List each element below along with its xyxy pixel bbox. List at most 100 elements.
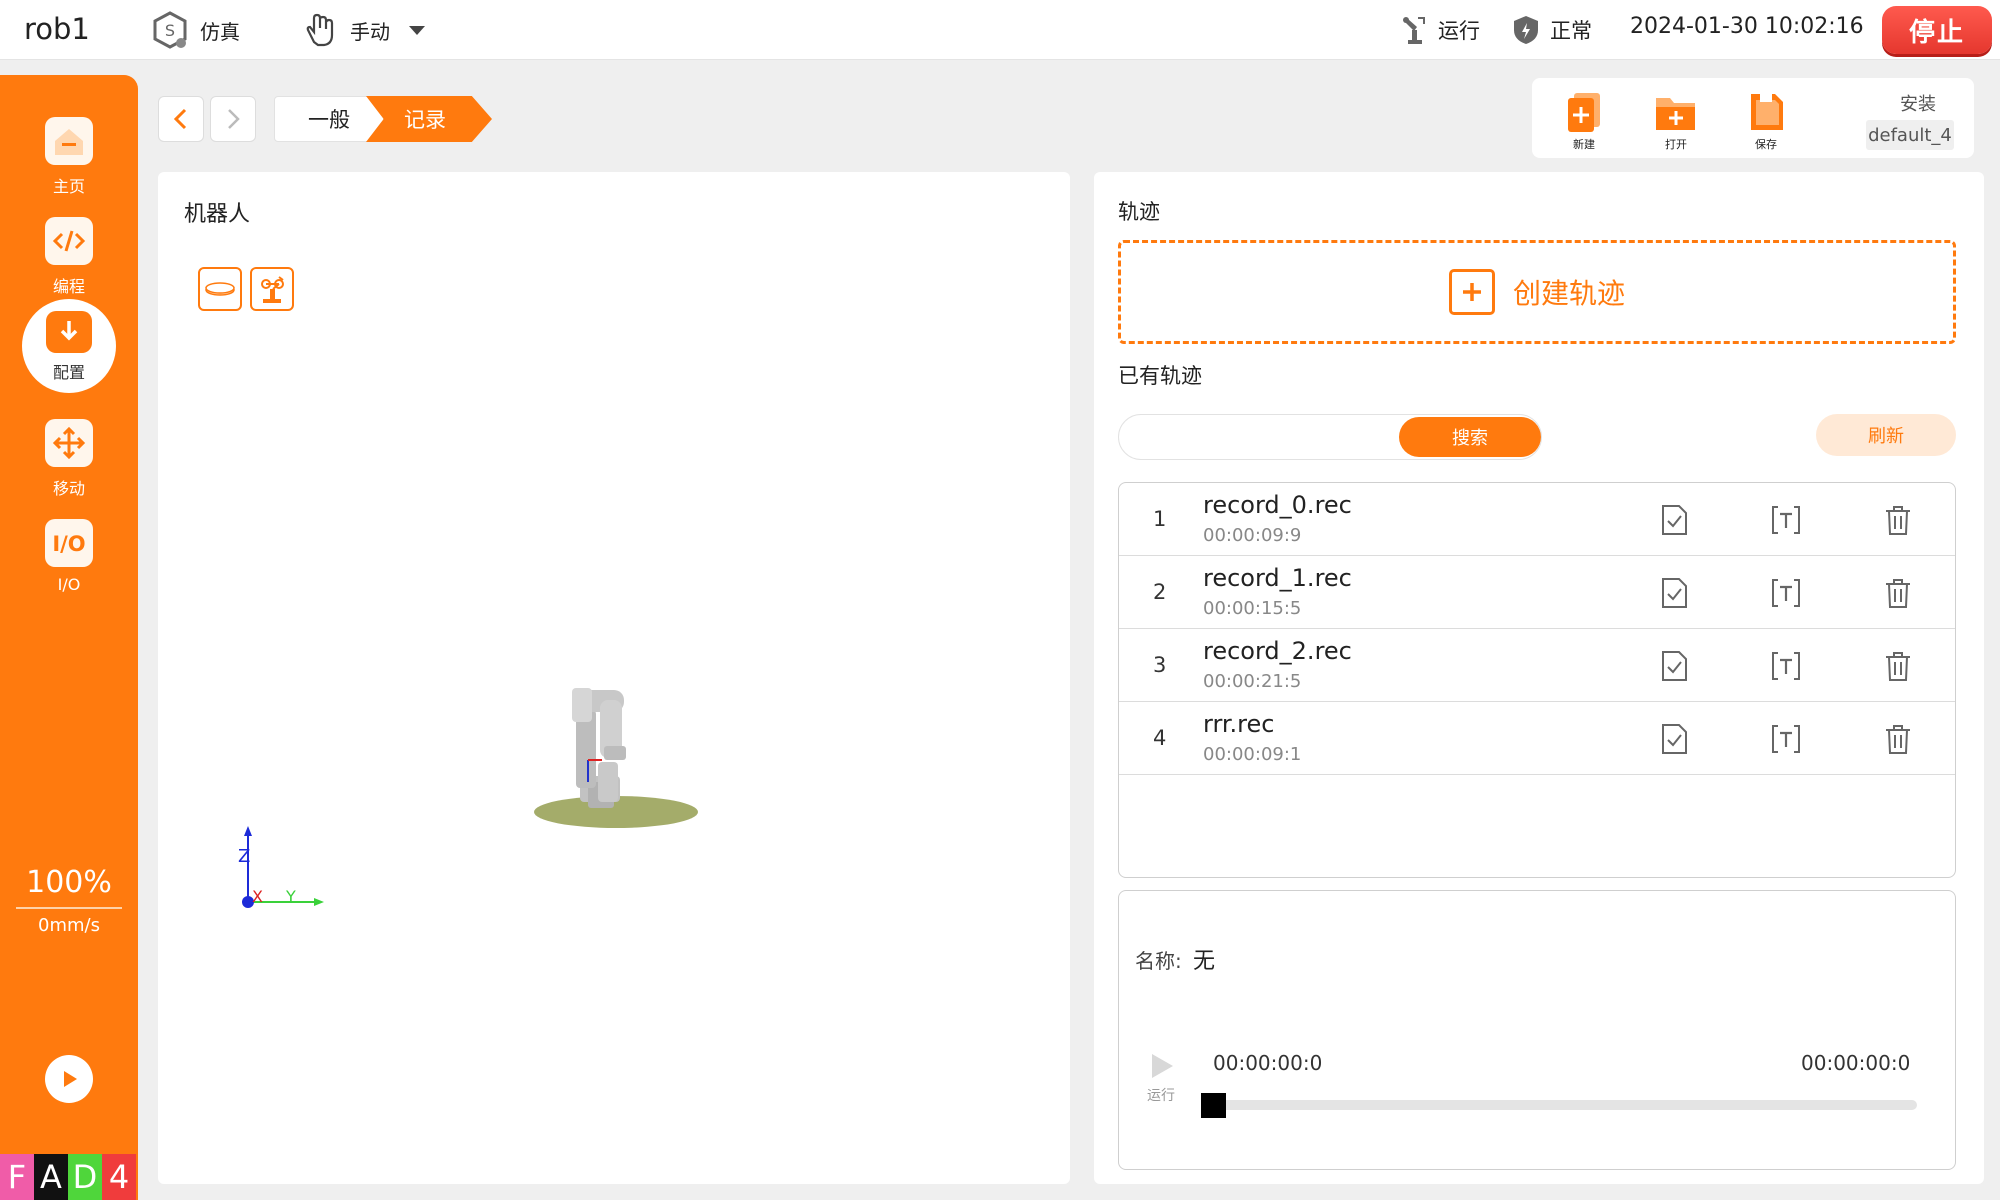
sidebar-item-programming[interactable]: 编程 xyxy=(0,211,138,301)
sidebar-item-home[interactable]: 主页 xyxy=(0,111,138,201)
record-name: record_1.rec xyxy=(1203,564,1352,592)
delete-record-icon[interactable] xyxy=(1881,722,1915,756)
create-trajectory-button[interactable]: 创建轨迹 xyxy=(1118,240,1956,344)
axis-z-label: Z xyxy=(238,846,250,867)
load-record-icon[interactable] xyxy=(1657,576,1691,610)
search-button[interactable]: 搜索 xyxy=(1399,417,1541,457)
delete-record-icon[interactable] xyxy=(1881,503,1915,537)
new-file-icon xyxy=(1568,93,1600,132)
save-file-icon xyxy=(1751,94,1783,130)
robot-view-button[interactable] xyxy=(250,267,294,311)
run-label: 运行 xyxy=(1147,1088,1175,1104)
sidebar-item-label: I/O xyxy=(57,575,81,594)
record-duration: 00:00:15:5 xyxy=(1203,598,1302,619)
record-name: record_0.rec xyxy=(1203,491,1352,519)
trajectory-title: 轨迹 xyxy=(1118,200,1160,224)
record-name: record_2.rec xyxy=(1203,637,1352,665)
code-icon xyxy=(45,217,93,265)
stop-button[interactable]: 停止 xyxy=(1882,6,1992,54)
run-playback-button[interactable]: 运行 xyxy=(1141,1051,1181,1113)
record-index: 3 xyxy=(1153,653,1167,677)
sidebar-item-move[interactable]: 移动 xyxy=(0,413,138,503)
install-value[interactable]: default_4 xyxy=(1866,120,1954,150)
top-bar: rob1 S 仿真 手动 运行 正常 2024-01-30 10:02:16 停… xyxy=(0,0,2000,60)
manual-label: 手动 xyxy=(350,19,390,44)
program-play-button[interactable] xyxy=(45,1055,93,1103)
robot-name[interactable]: rob1 xyxy=(24,12,90,46)
delete-record-icon[interactable] xyxy=(1881,649,1915,683)
record-duration: 00:00:09:9 xyxy=(1203,525,1302,546)
record-index: 1 xyxy=(1153,507,1167,531)
save-file-button[interactable]: 保存 xyxy=(1736,90,1796,152)
record-duration: 00:00:09:1 xyxy=(1203,744,1302,765)
axis-gizmo: Z X Y xyxy=(238,826,324,908)
record-row[interactable]: 3 record_2.rec 00:00:21:5 xyxy=(1119,629,1955,702)
datetime: 2024-01-30 10:02:16 xyxy=(1630,14,1864,39)
playback-progress-handle[interactable] xyxy=(1201,1093,1226,1118)
load-record-icon[interactable] xyxy=(1657,722,1691,756)
base-disc-icon xyxy=(205,282,235,296)
robot-3d-model[interactable] xyxy=(518,672,718,842)
sidebar: 主页 编程 配置 移动 I/O I/O 100% 0mm/s xyxy=(0,75,138,1200)
back-button[interactable] xyxy=(158,96,204,142)
open-file-button[interactable]: 打开 xyxy=(1646,90,1706,152)
delete-record-icon[interactable] xyxy=(1881,576,1915,610)
playback-time-current: 00:00:00:0 xyxy=(1213,1051,1323,1075)
sidebar-item-label: 编程 xyxy=(52,277,85,296)
forward-button[interactable] xyxy=(210,96,256,142)
play-icon xyxy=(1152,1054,1173,1078)
rename-record-icon[interactable] xyxy=(1769,503,1803,537)
simulation-s-icon: S xyxy=(153,11,187,49)
simulation-mode[interactable]: S 仿真 xyxy=(150,10,240,50)
status-letter-4: 4 xyxy=(102,1154,136,1200)
rename-record-icon[interactable] xyxy=(1769,576,1803,610)
health-status: 正常 xyxy=(1512,12,1592,48)
playback-time-total: 00:00:00:0 xyxy=(1801,1051,1911,1075)
record-row[interactable]: 2 record_1.rec 00:00:15:5 xyxy=(1119,556,1955,629)
load-record-icon[interactable] xyxy=(1657,649,1691,683)
axis-y-label: Y xyxy=(285,887,296,906)
playback-progress-track[interactable] xyxy=(1201,1100,1917,1110)
sidebar-item-config[interactable]: 配置 xyxy=(22,299,116,393)
load-record-icon[interactable] xyxy=(1657,503,1691,537)
status-letter-a: A xyxy=(34,1154,68,1200)
playback-panel: 名称: 无 运行 00:00:00:0 00:00:00:0 xyxy=(1118,890,1956,1170)
chevron-left-icon xyxy=(173,108,187,130)
simulation-label: 仿真 xyxy=(200,19,240,44)
refresh-button[interactable]: 刷新 xyxy=(1816,414,1956,456)
rename-record-icon[interactable] xyxy=(1769,722,1803,756)
open-folder-icon xyxy=(1656,98,1695,130)
record-name: rrr.rec xyxy=(1203,710,1275,738)
add-icon xyxy=(1448,269,1495,315)
chevron-right-icon xyxy=(228,109,240,129)
existing-trajectories-title: 已有轨迹 xyxy=(1118,364,1202,388)
trajectory-panel: 轨迹 创建轨迹 已有轨迹 搜索 刷新 1 record_0.rec 00:00:… xyxy=(1094,172,1984,1184)
manual-mode-dropdown[interactable]: 手动 xyxy=(300,10,442,50)
record-list: 1 record_0.rec 00:00:09:9 2 record_1.rec… xyxy=(1118,482,1956,878)
chevron-down-icon xyxy=(409,26,425,35)
search-bar: 搜索 xyxy=(1118,414,1542,460)
home-icon xyxy=(45,117,93,165)
move-arrows-icon xyxy=(45,419,93,467)
record-index: 4 xyxy=(1153,726,1167,750)
robot-panel-title: 机器人 xyxy=(184,202,251,227)
search-input[interactable] xyxy=(1133,421,1393,453)
status-letter-strip: F A D 4 xyxy=(0,1154,136,1200)
shield-icon xyxy=(1514,16,1538,44)
play-icon xyxy=(64,1071,77,1087)
status-letter-f: F xyxy=(0,1154,34,1200)
speed-percent[interactable]: 100% xyxy=(0,865,138,900)
hand-icon xyxy=(306,13,334,47)
name-label: 名称: xyxy=(1135,949,1182,973)
rename-record-icon[interactable] xyxy=(1769,649,1803,683)
sidebar-item-label: 主页 xyxy=(52,177,85,196)
axis-x-label: X xyxy=(252,887,263,906)
record-row[interactable]: 4 rrr.rec 00:00:09:1 xyxy=(1119,702,1955,775)
new-file-button[interactable]: 新建 xyxy=(1554,90,1614,152)
name-value: 无 xyxy=(1193,949,1216,974)
breadcrumb-record[interactable]: 记录 xyxy=(366,96,492,142)
sidebar-item-io[interactable]: I/O I/O xyxy=(0,513,138,603)
base-view-button[interactable] xyxy=(198,267,242,311)
record-row[interactable]: 1 record_0.rec 00:00:09:9 xyxy=(1119,483,1955,556)
breadcrumb-general[interactable]: 一般 xyxy=(274,96,384,142)
